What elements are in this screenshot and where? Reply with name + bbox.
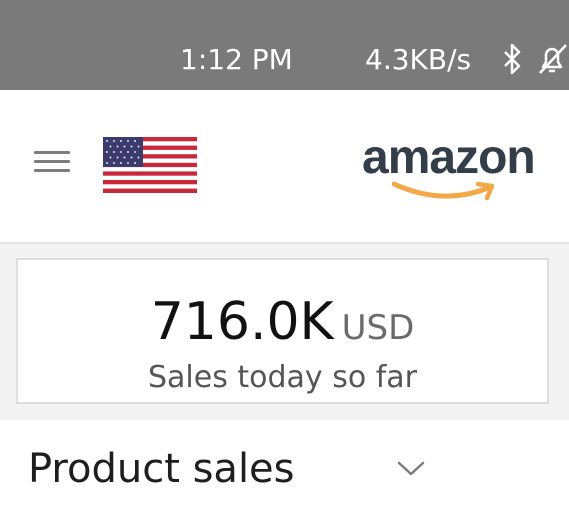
- notifications-off-icon: [535, 42, 569, 80]
- smile-arrow-icon: [391, 180, 504, 206]
- bluetooth-icon: [501, 42, 525, 80]
- network-speed: 4.3KB/s: [365, 43, 472, 76]
- sales-value-row: 716.0K USD: [18, 292, 547, 352]
- app-header: amazon: [0, 90, 569, 244]
- sales-summary-card[interactable]: 716.0K USD Sales today so far: [16, 258, 549, 404]
- logo-text: amazon: [362, 131, 536, 184]
- sales-caption: Sales today so far: [147, 360, 418, 395]
- status-time: 1:12 PM: [180, 43, 293, 76]
- product-sales-section[interactable]: Product sales: [0, 420, 569, 528]
- chevron-down-icon[interactable]: [396, 460, 426, 482]
- us-flag-icon[interactable]: [103, 137, 197, 193]
- amazon-logo: amazon: [362, 130, 536, 201]
- sales-amount: 716.0K: [150, 292, 334, 352]
- dashboard-content: 716.0K USD Sales today so far Product sal…: [0, 244, 569, 528]
- sales-currency: USD: [341, 308, 415, 348]
- status-bar: 1:12 PM 4.3KB/s: [0, 0, 569, 90]
- product-sales-title: Product sales: [28, 446, 295, 492]
- hamburger-menu-icon[interactable]: [34, 151, 70, 177]
